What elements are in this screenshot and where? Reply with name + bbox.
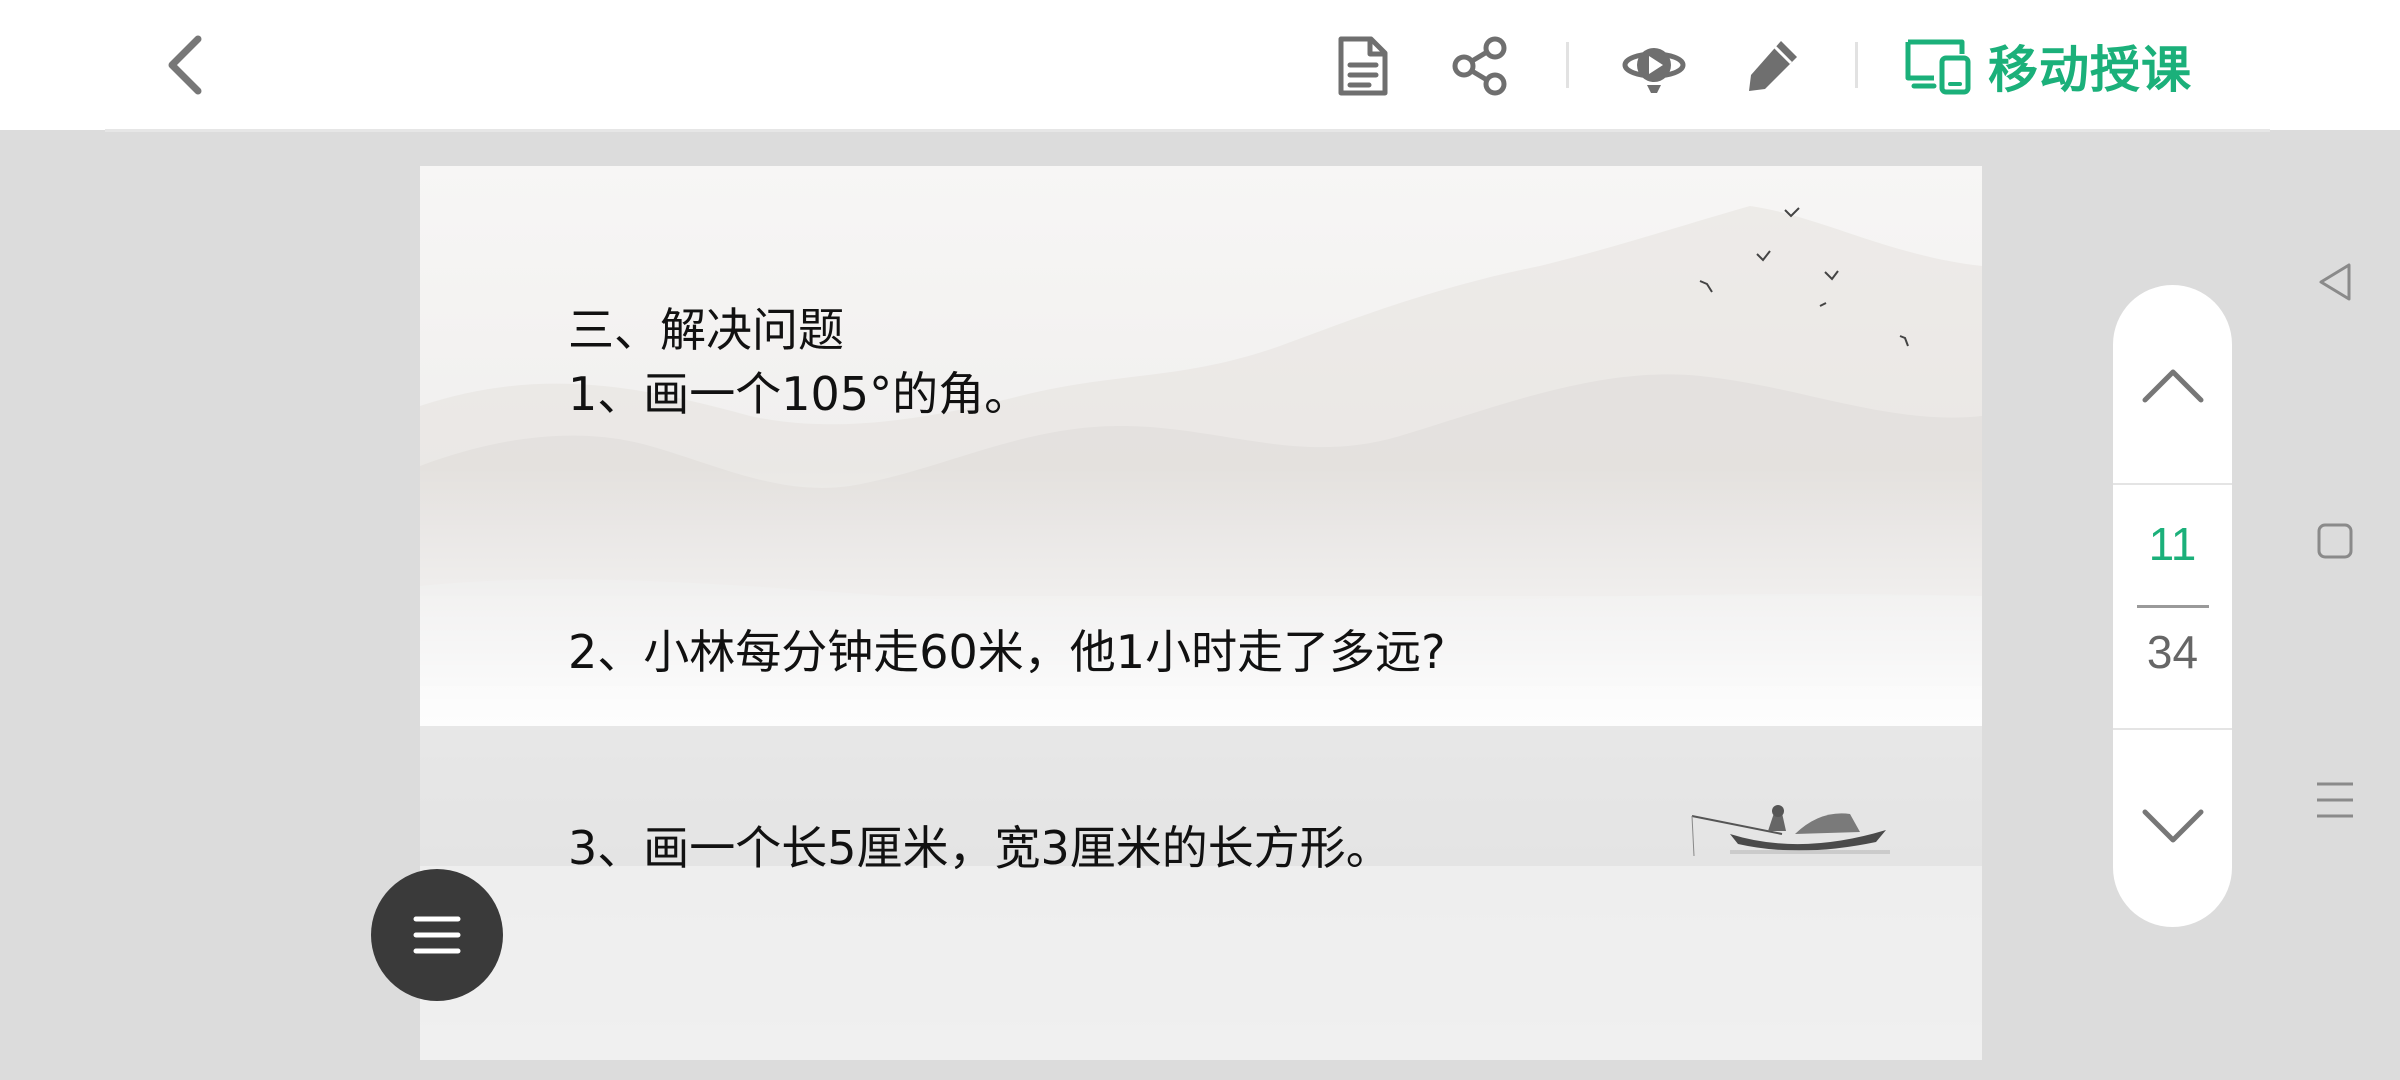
question-2: 2、小林每分钟走60米，他1小时走了多远? <box>568 625 1446 679</box>
mobile-teaching-label: 移动授课 <box>1988 41 2192 99</box>
next-page-button[interactable] <box>2113 729 2232 927</box>
toolbar-bottom-border <box>105 129 2270 132</box>
pager-divider <box>2113 483 2232 485</box>
share-button[interactable] <box>1446 32 1514 100</box>
home-square-icon <box>2317 523 2353 559</box>
floating-menu-button[interactable] <box>371 869 503 1001</box>
cast-device-icon <box>1905 39 1971 95</box>
chevron-up-icon <box>2142 369 2203 403</box>
pen-icon <box>1749 41 1797 91</box>
slide-canvas: 三、解决问题 1、画一个105°的角。 2、小林每分钟走60米，他1小时走了多远… <box>420 166 1982 1060</box>
planet-play-icon <box>1622 48 1686 93</box>
page-fraction-line <box>2137 605 2209 608</box>
total-pages-number: 34 <box>2146 626 2199 678</box>
current-page-number: 11 <box>2148 518 2197 570</box>
top-toolbar: 移动授课 <box>0 0 2400 130</box>
back-button[interactable] <box>150 30 220 100</box>
system-recents-button[interactable] <box>2310 775 2360 825</box>
notes-icon <box>1338 36 1388 96</box>
system-back-button[interactable] <box>2310 257 2360 307</box>
toolbar-divider <box>1855 42 1858 88</box>
previous-page-button[interactable] <box>2113 285 2232 483</box>
menu-lines-icon <box>2317 782 2353 818</box>
chevron-down-icon <box>2142 809 2203 843</box>
back-arrow-icon <box>168 35 202 95</box>
question-1: 1、画一个105°的角。 <box>568 367 1031 421</box>
notes-button[interactable] <box>1328 32 1396 100</box>
mobile-teaching-button[interactable]: 移动授课 <box>1904 30 2192 102</box>
page-navigator: 11 34 <box>2113 285 2232 927</box>
slide-heading: 三、解决问题 <box>568 303 844 357</box>
share-icon <box>1452 36 1507 96</box>
question-3: 3、画一个长5厘米，宽3厘米的长方形。 <box>568 821 1392 875</box>
system-home-button[interactable] <box>2310 516 2360 566</box>
back-triangle-icon <box>2319 263 2351 301</box>
menu-icon <box>413 916 461 954</box>
video-play-button[interactable] <box>1620 32 1688 100</box>
annotate-button[interactable] <box>1738 32 1806 100</box>
toolbar-divider <box>1566 42 1569 88</box>
